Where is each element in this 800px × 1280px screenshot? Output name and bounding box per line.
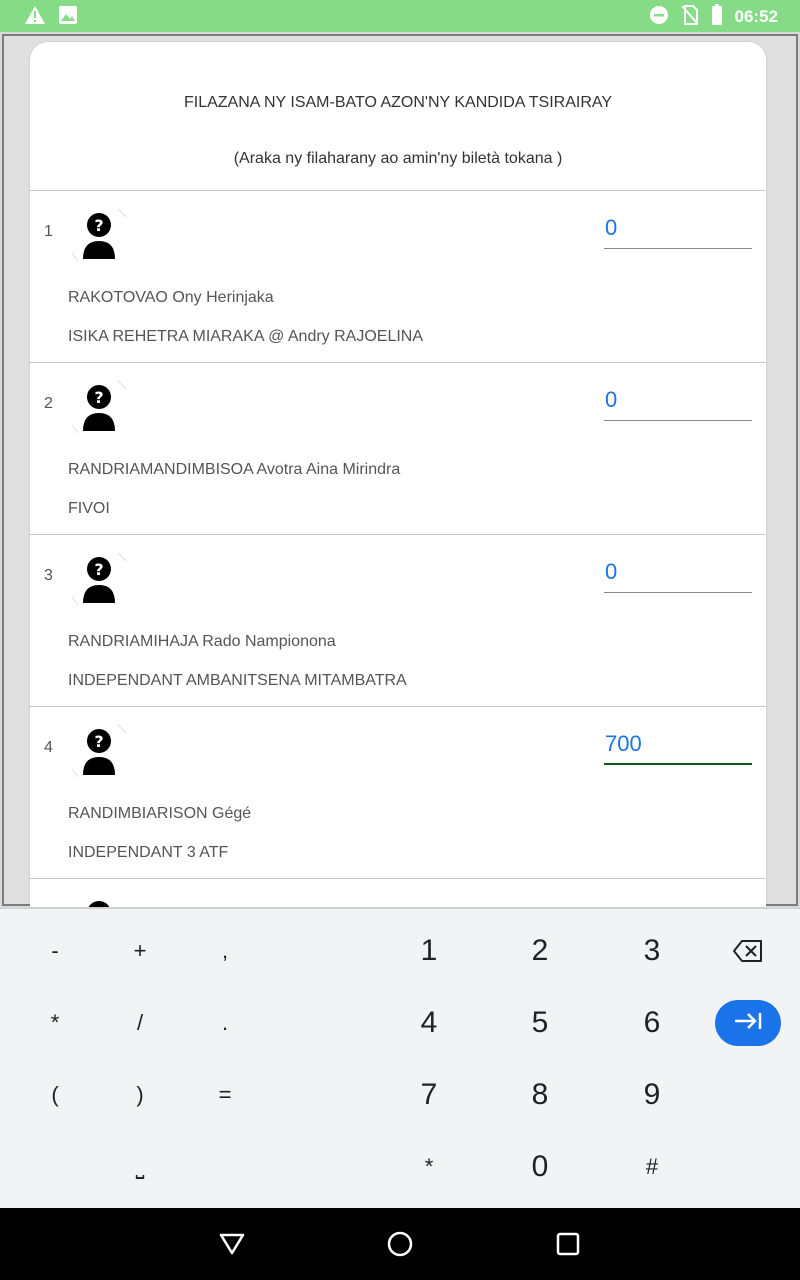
candidate-number: 1 <box>44 223 53 240</box>
dnd-icon <box>649 5 669 29</box>
key-2[interactable]: 2 <box>500 921 580 981</box>
key-hash[interactable]: # <box>612 1137 692 1197</box>
avatar-placeholder-icon: ? <box>66 375 132 441</box>
key-9[interactable]: 9 <box>612 1065 692 1125</box>
candidate-row: 1 ? RAKOTOVAO Ony Herinjaka ISIKA REHETR… <box>30 191 766 363</box>
candidate-number: 2 <box>44 395 53 412</box>
candidate-name: RAKOTOVAO Ony Herinjaka <box>68 289 274 306</box>
candidate-party: INDEPENDANT 3 ATF <box>68 844 229 861</box>
no-sim-icon <box>680 5 699 29</box>
clock-time: 06:52 <box>734 7 778 26</box>
svg-text:?: ? <box>94 732 103 751</box>
candidate-name: RANDRIAMANDIMBISOA Avotra Aina Mirindra <box>68 461 401 478</box>
page-title: FILAZANA NY ISAM-BATO AZON'NY KANDIDA TS… <box>183 94 613 111</box>
home-circle-icon[interactable] <box>384 1228 416 1260</box>
key-equals[interactable]: = <box>185 1065 265 1125</box>
key-period[interactable]: . <box>185 993 265 1053</box>
avatar-placeholder-icon: ? <box>66 891 132 907</box>
key-close-paren[interactable]: ) <box>100 1065 180 1125</box>
app-window: FILAZANA NY ISAM-BATO AZON'NY KANDIDA TS… <box>0 32 800 908</box>
candidate-party: INDEPENDANT AMBANITSENA MITAMBATRA <box>68 672 407 689</box>
status-bar: 06:52 <box>0 0 800 32</box>
key-open-paren[interactable]: ( <box>15 1065 95 1125</box>
key-space[interactable]: ⎵ <box>100 1137 180 1197</box>
avatar-placeholder-icon: ? <box>66 203 132 269</box>
key-asterisk[interactable]: * <box>15 993 95 1053</box>
key-7[interactable]: 7 <box>389 1065 469 1125</box>
svg-text:?: ? <box>94 560 103 579</box>
key-3[interactable]: 3 <box>612 921 692 981</box>
candidate-number: 3 <box>44 567 53 584</box>
candidate-party: FIVOI <box>68 500 110 517</box>
candidate-number: 4 <box>44 739 53 756</box>
svg-text:?: ? <box>94 904 103 907</box>
vote-card: FILAZANA NY ISAM-BATO AZON'NY KANDIDA TS… <box>30 42 766 907</box>
svg-text:?: ? <box>94 388 103 407</box>
candidate-row: 4 ? RANDIMBIARISON Gégé INDEPENDANT 3 AT… <box>30 707 766 879</box>
key-plus[interactable]: + <box>100 921 180 981</box>
back-triangle-icon[interactable] <box>216 1228 248 1260</box>
key-minus[interactable]: - <box>15 921 95 981</box>
backspace-icon[interactable] <box>708 921 788 981</box>
recents-square-icon[interactable] <box>552 1228 584 1260</box>
candidate-name: RANDIMBIARISON Gégé <box>68 805 252 822</box>
key-1[interactable]: 1 <box>389 921 469 981</box>
key-slash[interactable]: / <box>100 993 180 1053</box>
key-8[interactable]: 8 <box>500 1065 580 1125</box>
warning-icon <box>24 5 46 29</box>
vote-count-input[interactable]: 0 <box>604 387 752 421</box>
candidate-row: 3 ? RANDRIAMIHAJA Rado Nampionona INDEPE… <box>30 535 766 707</box>
tab-arrow-icon <box>733 1011 763 1035</box>
vote-count-input[interactable]: 0 <box>604 559 752 593</box>
key-5[interactable]: 5 <box>500 993 580 1053</box>
vote-count-input-focused[interactable]: 700 <box>604 731 752 765</box>
page-subtitle: (Araka ny filaharany ao amin'ny biletà t… <box>233 150 563 167</box>
key-comma[interactable]: , <box>185 921 265 981</box>
candidate-party: ISIKA REHETRA MIARAKA @ Andry RAJOELINA <box>68 328 424 345</box>
numeric-keyboard: - + , 1 2 3 * / . 4 5 6 ( ) = 7 8 9 ⎵ * … <box>0 908 800 1208</box>
avatar-placeholder-icon: ? <box>66 719 132 785</box>
key-asterisk-2[interactable]: * <box>389 1137 469 1197</box>
svg-text:?: ? <box>94 216 103 235</box>
candidate-row-partial: ? <box>30 879 766 907</box>
avatar-placeholder-icon: ? <box>66 547 132 613</box>
candidate-name: RANDRIAMIHAJA Rado Nampionona <box>68 633 336 650</box>
key-0[interactable]: 0 <box>500 1137 580 1197</box>
image-icon <box>58 5 78 29</box>
navigation-bar <box>0 1208 800 1280</box>
candidate-row: 2 ? RANDRIAMANDIMBISOA Avotra Aina Mirin… <box>30 363 766 535</box>
battery-icon <box>711 4 723 30</box>
key-6[interactable]: 6 <box>612 993 692 1053</box>
next-field-button[interactable] <box>715 1000 781 1046</box>
vote-count-input[interactable]: 0 <box>604 215 752 249</box>
key-4[interactable]: 4 <box>389 993 469 1053</box>
